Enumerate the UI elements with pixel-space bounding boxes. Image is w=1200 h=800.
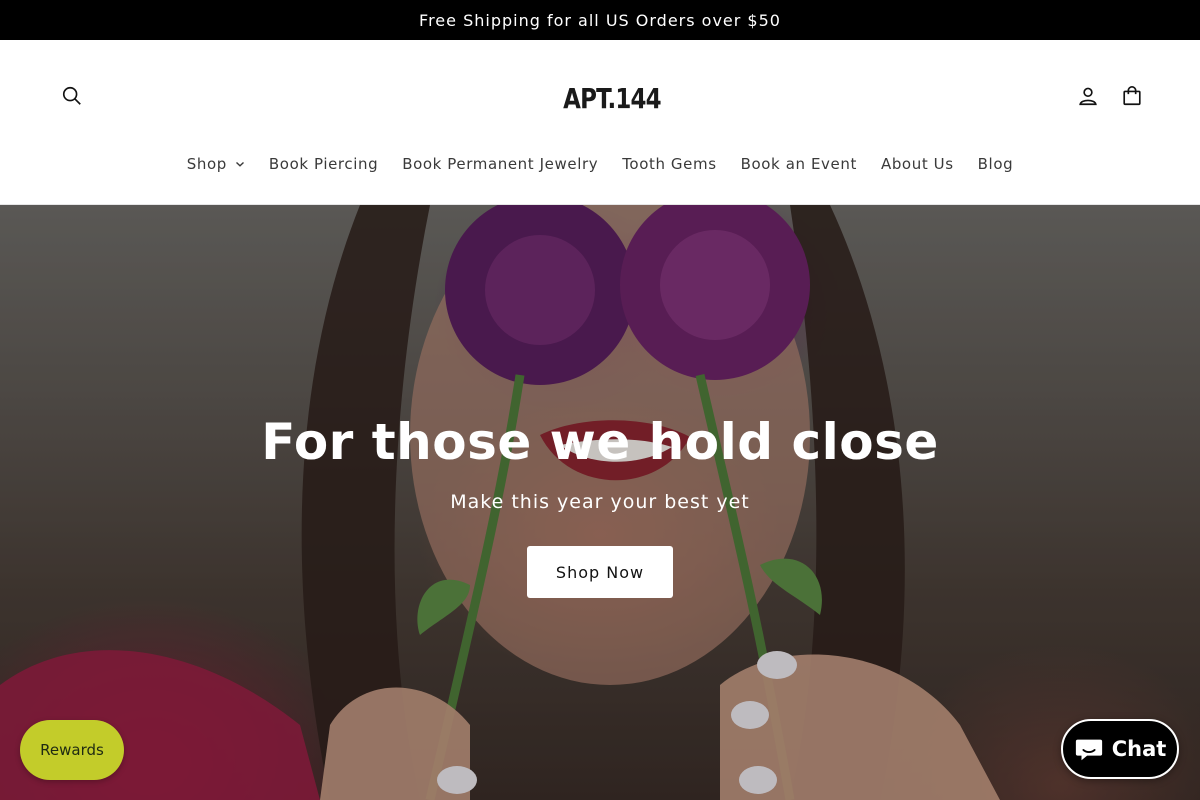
shop-now-button[interactable]: Shop Now xyxy=(527,546,673,598)
nav-item-label: Tooth Gems xyxy=(622,155,717,173)
hero-banner: For those we hold close Make this year y… xyxy=(0,205,1200,800)
nav-item-label: Book Piercing xyxy=(268,155,379,173)
chat-bubble-icon xyxy=(1075,739,1102,761)
nav-item-tooth-gems[interactable]: Tooth Gems xyxy=(610,155,728,173)
user-icon xyxy=(1079,87,1097,106)
nav-item-shop[interactable]: Shop xyxy=(175,155,257,173)
nav-item-label: Blog xyxy=(977,155,1014,173)
hero-title: For those we hold close xyxy=(261,413,939,471)
nav-item-blog[interactable]: Blog xyxy=(966,155,1026,173)
announcement-text: Free Shipping for all US Orders over $50 xyxy=(419,10,781,30)
chevron-down-icon xyxy=(235,161,244,167)
nav-item-label: Shop xyxy=(186,155,227,173)
search-icon xyxy=(62,86,81,105)
search-button[interactable] xyxy=(50,74,94,118)
nav-item-book-permanent-jewelry[interactable]: Book Permanent Jewelry xyxy=(390,155,610,173)
announcement-bar: Free Shipping for all US Orders over $50 xyxy=(0,0,1200,40)
nav-item-label: About Us xyxy=(880,155,954,173)
nav-item-book-an-event[interactable]: Book an Event xyxy=(729,155,869,173)
nav-item-about-us[interactable]: About Us xyxy=(869,155,966,173)
nav-item-label: Book Permanent Jewelry xyxy=(402,155,599,173)
site-logo[interactable]: APT.144 xyxy=(563,76,662,120)
site-header: APT.144 Shop Book Piercing Book Permanen… xyxy=(0,40,1200,205)
nav-item-book-piercing[interactable]: Book Piercing xyxy=(257,155,390,173)
bag-icon xyxy=(1123,86,1141,106)
chat-button[interactable]: Chat xyxy=(1061,719,1179,779)
main-nav: Shop Book Piercing Book Permanent Jewelr… xyxy=(0,142,1200,186)
chat-label: Chat xyxy=(1111,737,1167,761)
cart-button[interactable] xyxy=(1110,74,1154,118)
rewards-button[interactable]: Rewards xyxy=(20,720,124,780)
account-button[interactable] xyxy=(1066,74,1110,118)
hero-subtitle: Make this year your best yet xyxy=(450,491,750,513)
nav-item-label: Book an Event xyxy=(740,155,857,173)
